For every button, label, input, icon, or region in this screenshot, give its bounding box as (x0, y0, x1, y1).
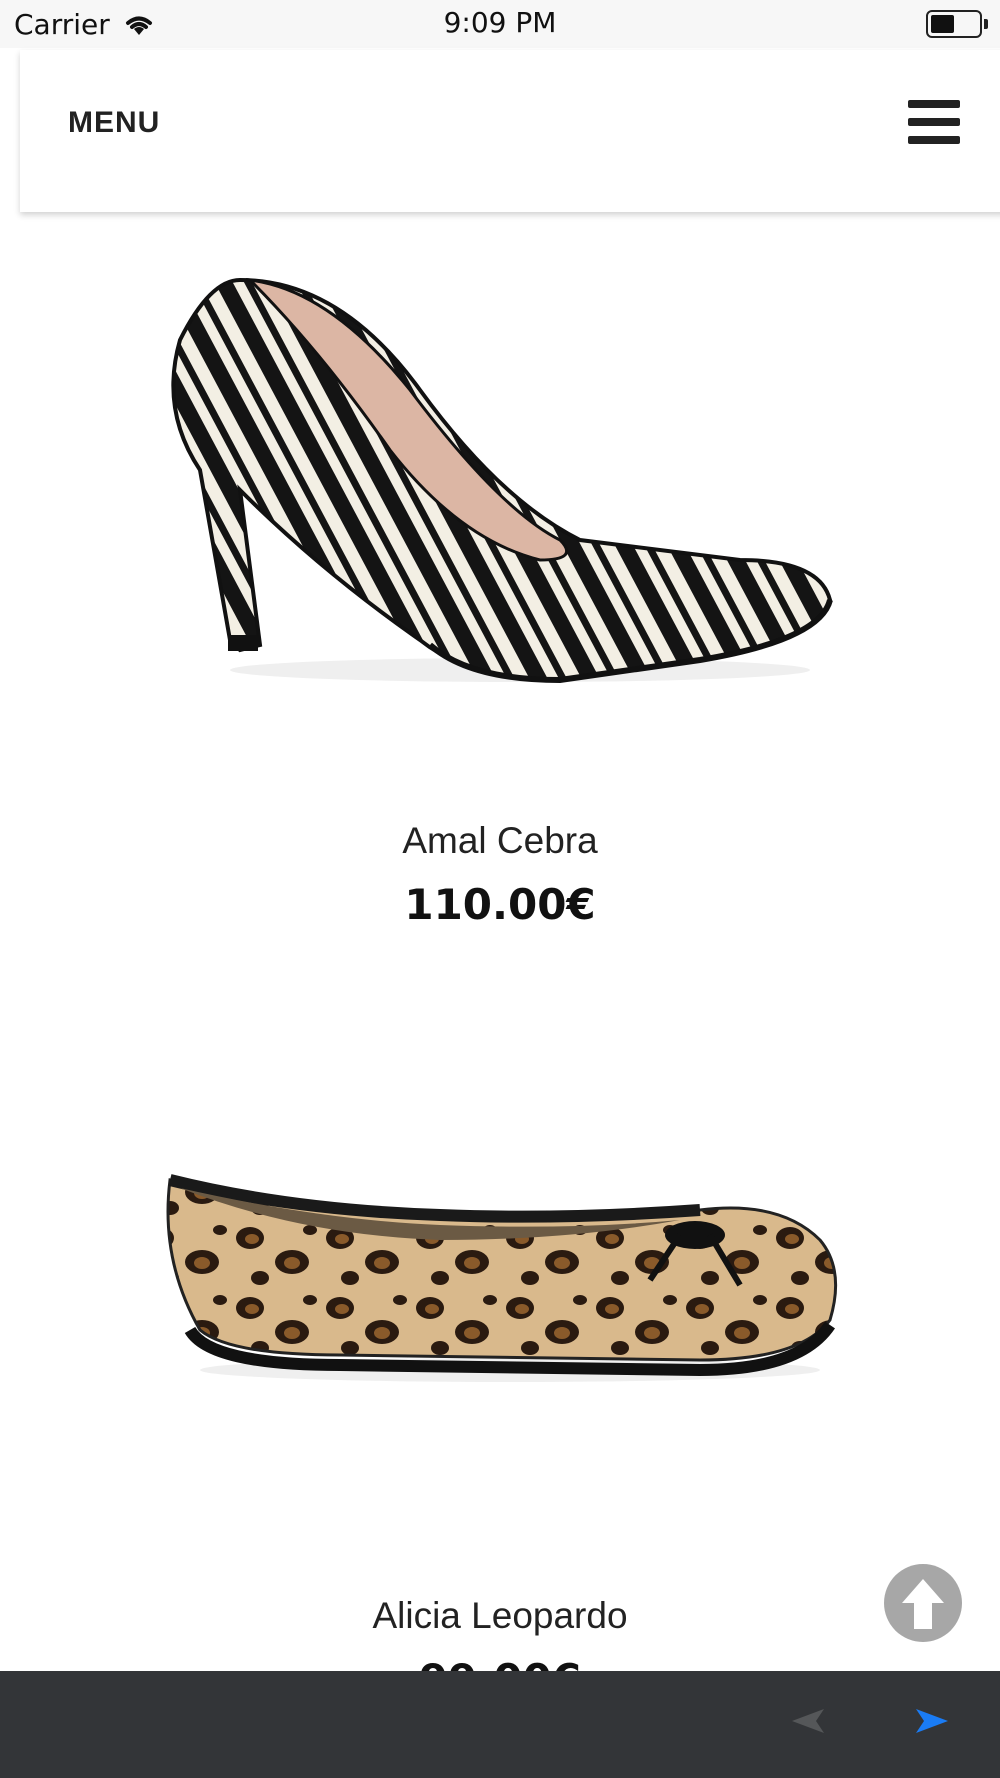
status-bar: Carrier 9:09 PM (0, 0, 1000, 48)
hamburger-icon[interactable] (908, 100, 960, 144)
back-arrow-icon (792, 1709, 824, 1733)
battery-icon (926, 10, 982, 38)
hamburger-line (908, 136, 960, 144)
carrier-label: Carrier (14, 7, 110, 41)
menu-label[interactable]: MENU (68, 106, 160, 140)
status-left: Carrier (0, 8, 156, 41)
hamburger-line (908, 100, 960, 108)
status-right (926, 10, 1000, 38)
forward-arrow-icon (916, 1709, 948, 1733)
product-price: 110.00€ (404, 880, 596, 929)
scroll-to-top-button[interactable] (884, 1564, 962, 1642)
zebra-print-stiletto-pump[interactable] (140, 240, 860, 750)
forward-button[interactable] (914, 1707, 950, 1740)
product-card[interactable]: Alicia Leopardo 99.00€ (0, 1000, 1000, 1704)
product-card[interactable]: Amal Cebra 110.00€ (0, 230, 1000, 950)
back-button[interactable] (790, 1707, 826, 1740)
arrow-up-icon (902, 1579, 944, 1629)
bottom-toolbar (0, 1671, 1000, 1778)
product-name[interactable]: Alicia Leopardo (0, 1595, 1000, 1637)
leopard-print-ballet-flat[interactable] (140, 1010, 860, 1520)
battery-cap (984, 19, 988, 29)
product-name[interactable]: Amal Cebra (0, 820, 1000, 862)
wifi-icon (125, 16, 152, 35)
site-header: MENU (20, 50, 1000, 212)
battery-fill (931, 15, 954, 33)
hamburger-line (908, 118, 960, 126)
